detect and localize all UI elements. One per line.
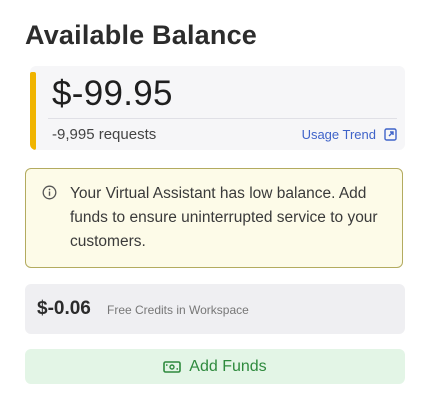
free-credits-row: $-0.06 Free Credits in Workspace [25, 284, 405, 334]
balance-accent-bar [30, 72, 36, 150]
info-icon [42, 185, 57, 205]
available-balance-panel: Available Balance $-99.95 -9,995 request… [0, 0, 426, 405]
usage-trend-link[interactable]: Usage Trend [302, 127, 397, 142]
add-funds-label: Add Funds [189, 357, 267, 375]
balance-card: $-99.95 -9,995 requests Usage Trend [30, 66, 405, 150]
wallet-icon [163, 360, 182, 374]
add-funds-button[interactable]: Add Funds [25, 349, 405, 384]
balance-amount: $-99.95 [52, 74, 173, 113]
usage-trend-label: Usage Trend [301, 127, 376, 142]
balance-divider [48, 118, 397, 119]
page-title: Available Balance [25, 20, 258, 50]
external-link-icon [384, 128, 397, 141]
low-balance-alert: Your Virtual Assistant has low balance. … [25, 168, 403, 268]
credits-label: Free Credits in Workspace [107, 303, 249, 317]
alert-message: Your Virtual Assistant has low balance. … [70, 185, 378, 250]
credits-amount: $-0.06 [37, 298, 91, 319]
balance-requests: -9,995 requests [52, 126, 157, 143]
